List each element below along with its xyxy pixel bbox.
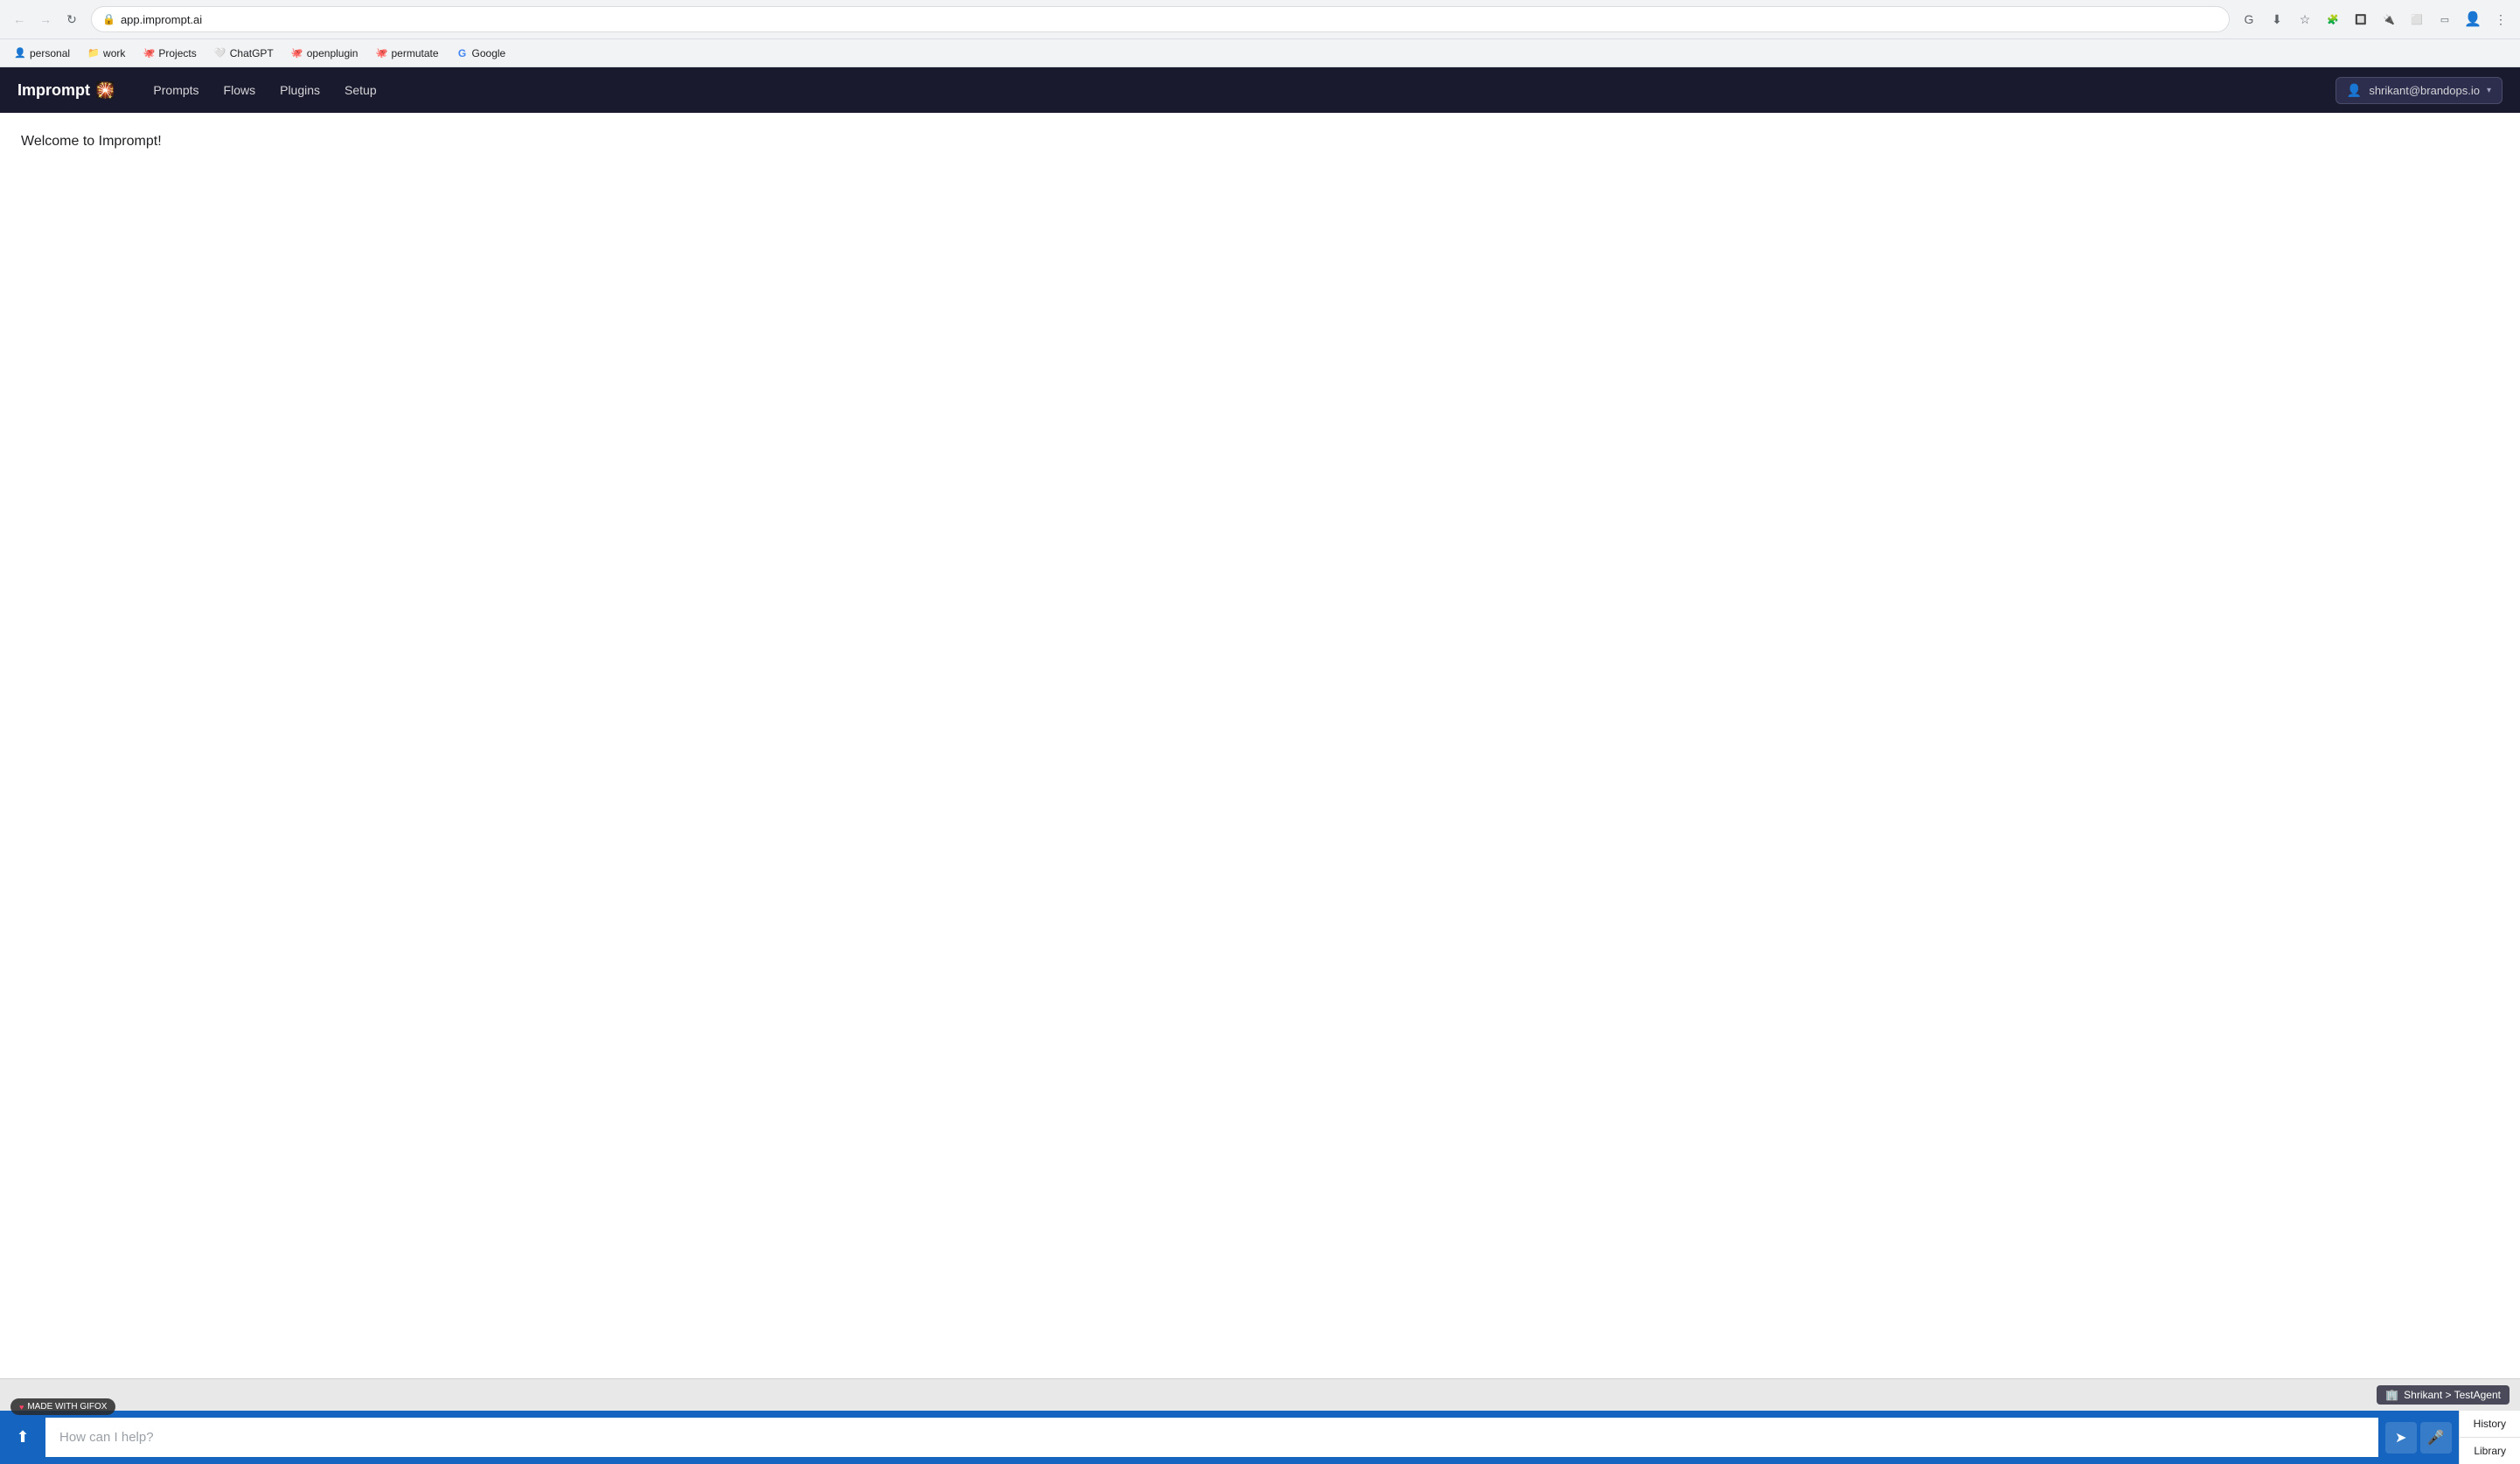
main-content: Welcome to Imprompt! [0, 113, 2520, 1378]
google-icon-btn[interactable]: G [2237, 7, 2261, 31]
gifox-badge: ♥ MADE WITH GIFOX [10, 1398, 115, 1415]
send-icon: ➤ [2395, 1429, 2406, 1447]
bookmark-openplugin-icon: 🐙 [291, 47, 303, 59]
app-logo[interactable]: Imprompt 🎇 [17, 81, 115, 100]
nav-plugins[interactable]: Plugins [269, 78, 331, 102]
welcome-message: Welcome to Imprompt! [21, 134, 2499, 150]
nav-setup[interactable]: Setup [334, 78, 387, 102]
bookmark-work-label: work [103, 47, 125, 59]
more-btn[interactable]: ⋮ [2489, 7, 2513, 31]
bookmark-projects-label: Projects [158, 47, 196, 59]
profile-btn[interactable]: 👤 [2461, 7, 2485, 31]
chat-bar-header: 🏢 Shrikant > TestAgent [0, 1379, 2520, 1411]
chat-mic-button[interactable]: 🎤 [2420, 1422, 2452, 1454]
bookmark-permutate-icon: 🐙 [375, 47, 387, 59]
address-url: app.imprompt.ai [121, 13, 2218, 26]
bookmark-star-btn[interactable]: ☆ [2293, 7, 2317, 31]
bookmark-personal-label: personal [30, 47, 70, 59]
bookmark-personal[interactable]: 👤 personal [7, 45, 77, 62]
browser-actions: G ⬇ ☆ 🧩 🔲 🔌 ⬜ ▭ 👤 ⋮ [2237, 7, 2513, 31]
chat-send-button[interactable]: ➤ [2385, 1422, 2417, 1454]
logo-text: Imprompt [17, 81, 90, 100]
bookmark-work[interactable]: 📁 work [80, 45, 132, 62]
library-button[interactable]: Library [2460, 1438, 2520, 1464]
chat-input-row: ⬆ ➤ 🎤 History Library [0, 1411, 2520, 1464]
lock-icon: 🔒 [102, 13, 115, 25]
logo-emoji: 🎇 [95, 81, 115, 100]
app-nav: Imprompt 🎇 Prompts Flows Plugins Setup 👤… [0, 67, 2520, 113]
user-caret-icon: ▾ [2487, 86, 2491, 95]
bookmark-chatgpt-label: ChatGPT [230, 47, 274, 59]
back-button[interactable]: ← [7, 7, 31, 31]
browser-toolbar: ← → ↻ 🔒 app.imprompt.ai G ⬇ ☆ 🧩 🔲 🔌 ⬜ ▭ … [0, 0, 2520, 38]
agent-label: Shrikant > TestAgent [2404, 1389, 2501, 1401]
download-icon-btn[interactable]: ⬇ [2265, 7, 2289, 31]
bookmark-chatgpt-icon: 🤍 [214, 47, 226, 59]
bookmark-openplugin[interactable]: 🐙 openplugin [284, 45, 365, 62]
gifox-label: MADE WITH GIFOX [27, 1402, 107, 1412]
user-email: shrikant@brandops.io [2369, 84, 2480, 97]
bookmark-projects[interactable]: 🐙 Projects [136, 45, 203, 62]
chat-input[interactable] [45, 1418, 2378, 1457]
bookmark-projects-icon: 🐙 [143, 47, 155, 59]
extension-btn-1[interactable]: 🧩 [2321, 7, 2345, 31]
mic-icon: 🎤 [2427, 1429, 2445, 1447]
chat-upload-button[interactable]: ⬆ [0, 1415, 45, 1461]
bookmark-google-icon: G [456, 47, 469, 59]
nav-prompts[interactable]: Prompts [143, 78, 209, 102]
extension-btn-3[interactable]: 🔌 [2377, 7, 2401, 31]
bookmarks-bar: 👤 personal 📁 work 🐙 Projects 🤍 ChatGPT 🐙… [0, 38, 2520, 66]
user-avatar-icon: 👤 [2347, 83, 2362, 98]
browser-chrome: ← → ↻ 🔒 app.imprompt.ai G ⬇ ☆ 🧩 🔲 🔌 ⬜ ▭ … [0, 0, 2520, 67]
agent-selector-button[interactable]: 🏢 Shrikant > TestAgent [2377, 1385, 2510, 1405]
nav-flows[interactable]: Flows [213, 78, 267, 102]
bookmark-permutate-label: permutate [391, 47, 438, 59]
browser-nav-buttons: ← → ↻ [7, 7, 84, 31]
upload-icon: ⬆ [16, 1428, 29, 1447]
sidebar-btn[interactable]: ▭ [2433, 7, 2457, 31]
user-menu[interactable]: 👤 shrikant@brandops.io ▾ [2336, 77, 2503, 104]
extension-btn-2[interactable]: 🔲 [2349, 7, 2373, 31]
forward-button[interactable]: → [33, 7, 58, 31]
bookmark-chatgpt[interactable]: 🤍 ChatGPT [207, 45, 281, 62]
reload-button[interactable]: ↻ [59, 7, 84, 31]
chat-actions: ➤ 🎤 [2378, 1422, 2459, 1454]
bookmark-permutate[interactable]: 🐙 permutate [368, 45, 445, 62]
chat-bar-container: 🏢 Shrikant > TestAgent ⬆ ➤ 🎤 History Lib… [0, 1378, 2520, 1464]
app-container: Imprompt 🎇 Prompts Flows Plugins Setup 👤… [0, 67, 2520, 1464]
bookmark-google-label: Google [472, 47, 506, 59]
bookmark-openplugin-label: openplugin [307, 47, 359, 59]
address-bar[interactable]: 🔒 app.imprompt.ai [91, 6, 2230, 32]
nav-links: Prompts Flows Plugins Setup [143, 78, 2335, 102]
tab-list-btn[interactable]: ⬜ [2405, 7, 2429, 31]
bookmark-work-icon: 📁 [87, 47, 100, 59]
bookmark-google[interactable]: G Google [449, 45, 513, 62]
gifox-heart-icon: ♥ [19, 1403, 24, 1412]
agent-icon: 🏢 [2385, 1389, 2398, 1401]
bookmark-personal-icon: 👤 [14, 47, 26, 59]
history-button[interactable]: History [2460, 1411, 2520, 1438]
chat-side-buttons: History Library [2459, 1411, 2520, 1464]
